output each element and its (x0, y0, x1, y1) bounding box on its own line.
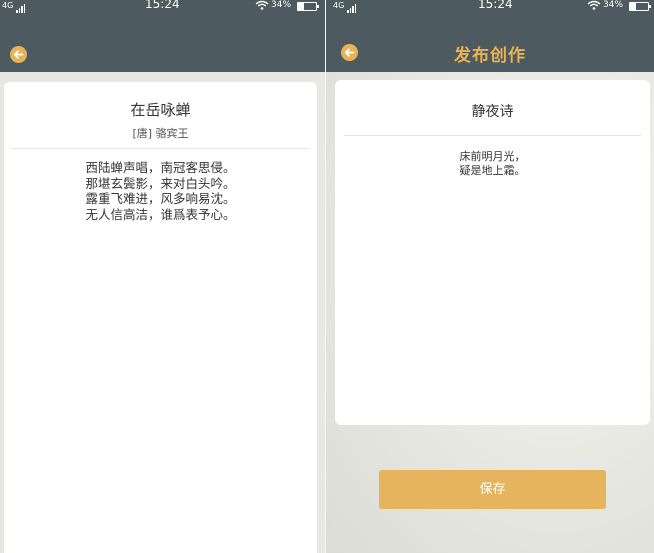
poem-title: 在岳咏蝉 (130, 101, 191, 119)
left-screen: 4G 15:24 34% 在岳咏蝉 [唐] 骆宾王 西陆蝉声唱，南冠客思侵。 那… (0, 0, 325, 553)
poem-body-editor[interactable]: 床前明月光， 疑是地上霜。 (335, 150, 650, 177)
poem-lines: 西陆蝉声唱，南冠客思侵。 那堪玄鬓影，来对白头吟。 露重飞难进，风多响易沈。 无… (4, 160, 317, 222)
poem-line: 那堪玄鬓影，来对白头吟。 (85, 175, 236, 191)
network-label: 4G (2, 1, 14, 10)
page-title: 发布创作 (454, 46, 526, 66)
poem-line: 无人信高洁，谁爲表予心。 (85, 206, 236, 222)
clock-time: 15:24 (145, 0, 180, 11)
arrow-left-icon (13, 50, 24, 59)
network-label: 4G (333, 1, 345, 10)
clock-time: 15:24 (478, 0, 513, 11)
battery-fill (630, 3, 637, 10)
status-bar: 4G 15:24 34% (0, 0, 325, 14)
poem-line: 露重飞难进，风多响易沈。 (85, 191, 236, 206)
poem-title[interactable]: 静夜诗 (335, 101, 650, 121)
wifi-icon (255, 0, 269, 14)
signal-icon (347, 2, 357, 13)
save-button[interactable]: 保存 (379, 470, 606, 509)
wifi-icon (587, 0, 601, 14)
battery-percent: 34% (603, 0, 624, 10)
back-button[interactable] (10, 46, 27, 63)
poem-line: 西陆蝉声唱，南冠客思侵。 (85, 160, 236, 175)
battery-fill (298, 3, 305, 10)
poem-line: 疑是地上霜。 (459, 163, 526, 177)
right-screen: 4G 15:24 34% 发布创作 静夜诗 床前明月光， 疑是地上霜。 保存 (326, 0, 654, 553)
app-header: 4G 15:24 34% (0, 0, 325, 72)
app-header: 4G 15:24 34% 发布创作 (326, 0, 654, 72)
poem-line: 床前明月光， (459, 150, 526, 163)
draft-card: 静夜诗 床前明月光， 疑是地上霜。 (335, 80, 650, 425)
divider (12, 148, 309, 149)
signal-icon (16, 2, 26, 13)
battery-percent: 34% (271, 0, 292, 10)
poem-card: 在岳咏蝉 [唐] 骆宾王 西陆蝉声唱，南冠客思侵。 那堪玄鬓影，来对白头吟。 露… (4, 82, 317, 553)
divider (344, 135, 641, 136)
poem-author: [唐] 骆宾王 (132, 127, 189, 140)
battery-icon (297, 2, 319, 11)
status-bar: 4G 15:24 34% (326, 0, 654, 14)
battery-icon (629, 2, 651, 11)
